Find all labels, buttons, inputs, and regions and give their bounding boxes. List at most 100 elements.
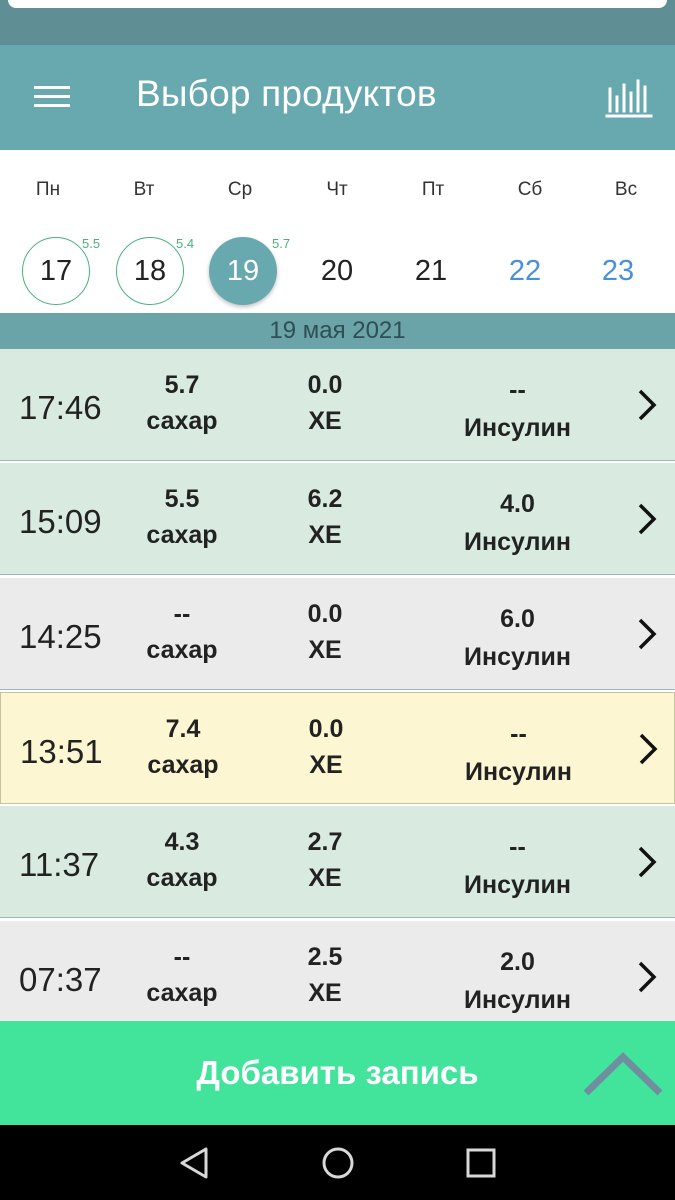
record-sugar: -- сахар — [122, 939, 242, 1011]
calendar-day-number: 21 — [414, 254, 448, 287]
page-title: Выбор продуктов — [136, 73, 437, 114]
xe-label: ХЕ — [308, 864, 342, 892]
insulin-label: Инсулин — [464, 643, 571, 671]
xe-label: ХЕ — [308, 979, 342, 1007]
bar-chart-icon[interactable] — [604, 77, 654, 119]
chevron-right-icon[interactable] — [632, 387, 660, 423]
record-row[interactable]: 15:09 5.5 сахар 6.2 ХЕ 4.0 Инсулин — [0, 463, 675, 575]
calendar-day[interactable]: 22 — [491, 237, 559, 305]
record-sugar: 4.3 сахар — [122, 824, 242, 896]
record-row[interactable]: 17:46 5.7 сахар 0.0 ХЕ -- Инсулин — [0, 349, 675, 461]
sugar-label: сахар — [146, 407, 218, 435]
sugar-value: -- — [173, 943, 191, 971]
record-xe: 2.5 ХЕ — [270, 939, 380, 1011]
calendar-day-number: 23 — [601, 254, 635, 287]
xe-value: 0.0 — [307, 600, 343, 628]
day-sugar-badge: 5.4 — [176, 236, 195, 251]
chevron-right-icon[interactable] — [632, 959, 660, 995]
sugar-value: 5.5 — [164, 485, 200, 513]
insulin-value: -- — [509, 376, 526, 404]
insulin-label: Инсулин — [465, 758, 572, 786]
calendar-day[interactable]: 17 — [22, 237, 90, 305]
xe-value: 6.2 — [307, 485, 343, 513]
insulin-value: 4.0 — [500, 490, 535, 518]
sugar-label: сахар — [146, 864, 218, 892]
record-time: 15:09 — [19, 503, 102, 540]
record-row[interactable]: 13:51 7.4 сахар 0.0 ХЕ -- Инсулин — [0, 692, 675, 804]
record-insulin: -- Инсулин — [440, 371, 595, 447]
xe-value: 0.0 — [308, 715, 344, 743]
app-header: Выбор продуктов — [0, 45, 675, 150]
chevron-right-icon[interactable] — [633, 731, 661, 767]
xe-label: ХЕ — [309, 751, 343, 779]
calendar-day-number: 17 — [39, 254, 73, 287]
record-xe: 0.0 ХЕ — [270, 596, 380, 668]
insulin-label: Инсулин — [464, 414, 571, 442]
calendar-day[interactable]: 18 — [116, 237, 184, 305]
xe-label: ХЕ — [308, 636, 342, 664]
xe-value: 0.0 — [307, 371, 343, 399]
sugar-value: 5.7 — [164, 371, 200, 399]
record-insulin: -- Инсулин — [440, 828, 595, 904]
weekday-label: Пн — [35, 179, 61, 200]
selected-date-label: 19 мая 2021 — [0, 313, 675, 349]
system-navigation-bar — [0, 1125, 675, 1200]
chevron-right-icon[interactable] — [632, 501, 660, 537]
scroll-up-chevron-icon[interactable] — [580, 1047, 666, 1099]
hamburger-menu-icon[interactable] — [34, 85, 72, 111]
recents-square-icon[interactable] — [461, 1145, 501, 1181]
sugar-value: -- — [173, 600, 191, 628]
insulin-label: Инсулин — [464, 871, 571, 899]
calendar-day-number: 20 — [320, 254, 354, 287]
record-insulin: 4.0 Инсулин — [440, 485, 595, 561]
insulin-value: -- — [509, 833, 526, 861]
calendar-day[interactable]: 23 — [584, 237, 652, 305]
chevron-right-icon[interactable] — [632, 616, 660, 652]
sugar-value: 7.4 — [165, 715, 201, 743]
records-list: 17:46 5.7 сахар 0.0 ХЕ -- Инсулин 15:09 5.5 сахар… — [0, 349, 675, 1021]
calendar-day[interactable]: 21 — [397, 237, 465, 305]
search-pill[interactable] — [8, 0, 667, 8]
sugar-label: сахар — [146, 636, 218, 664]
sugar-label: сахар — [146, 521, 218, 549]
insulin-value: -- — [510, 720, 527, 748]
insulin-value: 6.0 — [500, 605, 535, 633]
week-calendar: Пн Вт Ср Чт Пт Сб Вс 17 5.5 18 5.4 19 5.7 20 21 22 23 — [0, 150, 675, 313]
insulin-value: 2.0 — [500, 948, 535, 976]
weekday-label: Пт — [421, 179, 445, 200]
insulin-label: Инсулин — [464, 528, 571, 556]
xe-value: 2.7 — [307, 828, 343, 856]
record-insulin: -- Инсулин — [441, 715, 596, 791]
sugar-value: 4.3 — [164, 828, 200, 856]
weekday-label: Вс — [614, 179, 638, 200]
insulin-label: Инсулин — [464, 986, 571, 1014]
record-xe: 2.7 ХЕ — [270, 824, 380, 896]
record-time: 14:25 — [19, 618, 102, 655]
record-row[interactable]: 07:37 -- сахар 2.5 ХЕ 2.0 Инсулин — [0, 921, 675, 1021]
record-time: 13:51 — [20, 733, 103, 770]
sugar-label: сахар — [147, 751, 219, 779]
xe-value: 2.5 — [307, 943, 343, 971]
weekday-label: Ср — [227, 179, 253, 200]
record-sugar: 5.5 сахар — [122, 481, 242, 553]
calendar-day-number: 19 — [226, 254, 260, 287]
calendar-day[interactable]: 19 — [209, 237, 277, 305]
record-insulin: 6.0 Инсулин — [440, 600, 595, 676]
weekday-label: Сб — [517, 179, 543, 200]
day-sugar-badge: 5.7 — [269, 236, 294, 251]
xe-label: ХЕ — [308, 521, 342, 549]
record-row[interactable]: 11:37 4.3 сахар 2.7 ХЕ -- Инсулин — [0, 806, 675, 918]
record-insulin: 2.0 Инсулин — [440, 943, 595, 1019]
chevron-right-icon[interactable] — [632, 844, 660, 880]
add-record-button[interactable]: Добавить запись — [0, 1021, 675, 1125]
calendar-day-number: 22 — [508, 254, 542, 287]
record-sugar: -- сахар — [122, 596, 242, 668]
home-circle-icon[interactable] — [318, 1145, 358, 1181]
record-xe: 0.0 ХЕ — [271, 711, 381, 783]
record-row[interactable]: 14:25 -- сахар 0.0 ХЕ 6.0 Инсулин — [0, 578, 675, 690]
weekday-label: Чт — [326, 179, 348, 200]
record-sugar: 5.7 сахар — [122, 367, 242, 439]
record-time: 07:37 — [19, 961, 102, 998]
calendar-day[interactable]: 20 — [303, 237, 371, 305]
back-triangle-icon[interactable] — [176, 1145, 216, 1181]
